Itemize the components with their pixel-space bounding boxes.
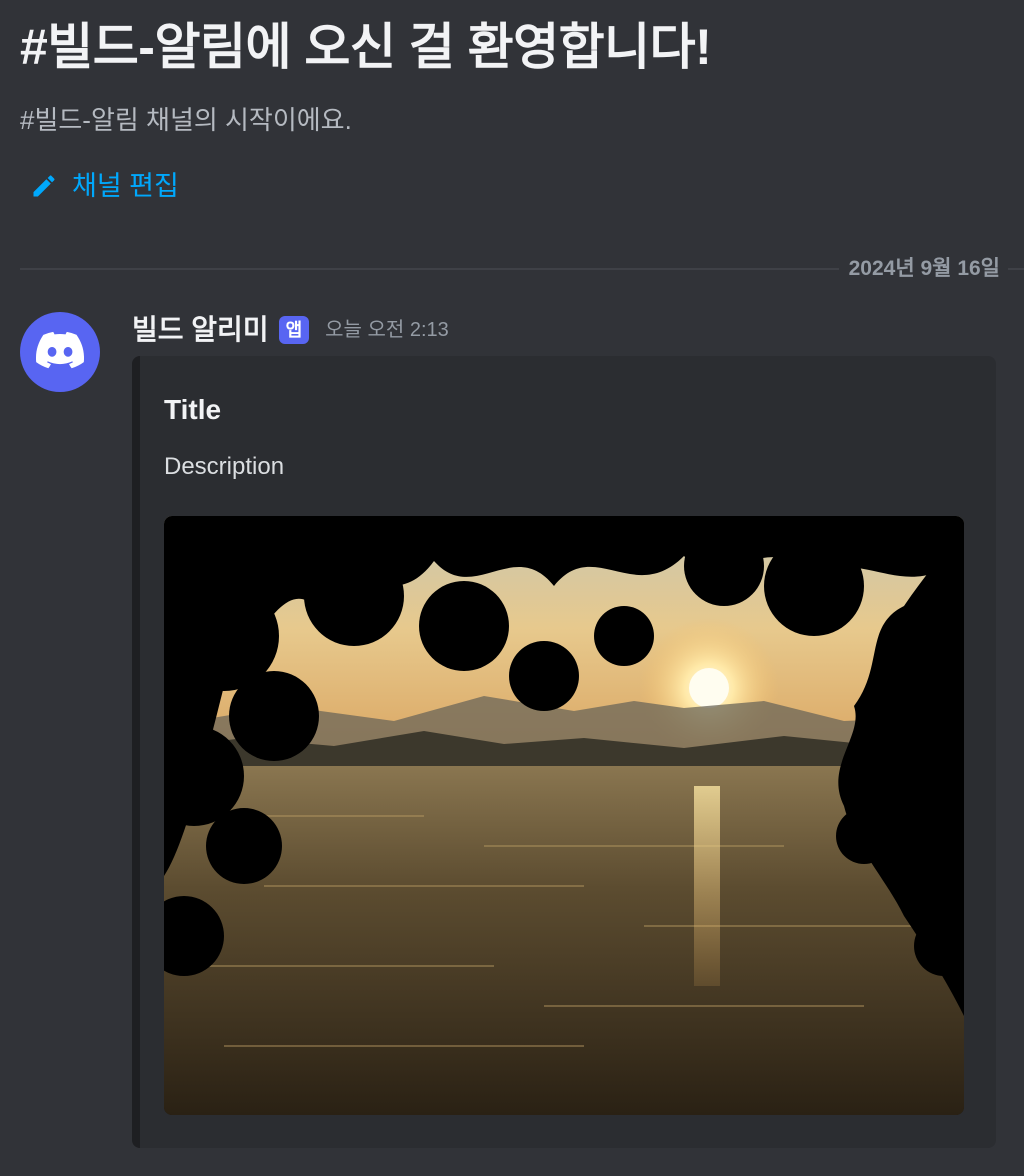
app-badge: 앱 xyxy=(278,316,310,344)
message-timestamp[interactable]: 오늘 오전 2:13 xyxy=(325,310,449,350)
embed-description: Description xyxy=(164,453,285,480)
embed-accent-bar xyxy=(132,356,140,1148)
chat-area: #빌드-알림에 오신 걸 환영합니다! #빌드-알림 채널의 시작이에요. 채널… xyxy=(0,0,1024,1176)
author-name[interactable]: 빌드 알리미 xyxy=(132,310,269,350)
channel-welcome-title: #빌드-알림에 오신 걸 환영합니다! xyxy=(20,19,712,75)
message-header: 빌드 알리미 앱 오늘 오전 2:13 xyxy=(132,310,449,350)
pencil-icon xyxy=(30,172,58,200)
embed-image[interactable] xyxy=(164,516,964,1115)
date-divider-label: 2024년 9월 16일 xyxy=(838,254,1008,284)
embed-title: Title xyxy=(164,394,222,425)
discord-logo-icon xyxy=(35,331,85,374)
channel-welcome-subtitle: #빌드-알림 채널의 시작이에요. xyxy=(20,105,352,135)
edit-channel-label: 채널 편집 xyxy=(72,171,179,201)
message-embed: Title Description xyxy=(132,356,996,1148)
avatar[interactable] xyxy=(20,312,100,392)
edit-channel-button[interactable]: 채널 편집 xyxy=(30,166,179,206)
